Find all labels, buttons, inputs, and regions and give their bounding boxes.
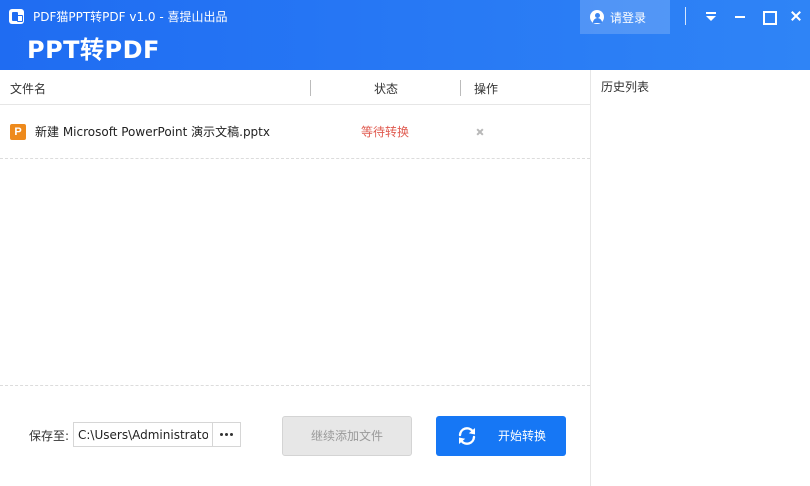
delete-icon[interactable] [474, 126, 486, 138]
start-label: 开始转换 [498, 429, 547, 443]
app-logo-icon [9, 9, 24, 24]
add-files-button[interactable]: 继续添加文件 [282, 416, 412, 456]
login-button[interactable]: 请登录 [580, 0, 670, 34]
column-header-name: 文件名 [10, 82, 47, 96]
file-name: 新建 Microsoft PowerPoint 演示文稿.pptx [35, 125, 270, 139]
save-location-label: 保存至: [29, 429, 70, 443]
page-title: PPT转PDF [27, 36, 160, 64]
start-conversion-button[interactable]: 开始转换 [436, 416, 566, 456]
file-panel: 文件名 状态 操作 P 新建 Microsoft PowerPoint 演示文稿… [0, 70, 590, 486]
save-path-input[interactable] [74, 423, 212, 446]
refresh-icon [458, 427, 476, 445]
column-header-status: 状态 [374, 82, 399, 96]
title-bar-divider [685, 7, 686, 25]
status-badge: 等待转换 [361, 125, 410, 139]
menu-icon[interactable] [701, 6, 721, 26]
column-divider [460, 80, 461, 96]
close-icon[interactable] [786, 6, 806, 26]
minimize-icon[interactable] [730, 6, 750, 26]
maximize-icon[interactable] [758, 6, 778, 26]
history-panel: 历史列表 [590, 70, 810, 486]
table-row[interactable]: P 新建 Microsoft PowerPoint 演示文稿.pptx 等待转换 [0, 105, 590, 159]
browse-button[interactable] [212, 423, 240, 446]
user-icon [590, 10, 604, 24]
table-header: 文件名 状态 操作 [0, 70, 590, 105]
history-title: 历史列表 [601, 80, 650, 94]
window-title: PDF猫PPT转PDF v1.0 - 喜提山出品 [33, 10, 228, 24]
column-header-action: 操作 [474, 82, 499, 96]
ppt-file-icon: P [10, 124, 26, 140]
dots-icon [220, 433, 223, 436]
column-divider [310, 80, 311, 96]
title-bar: PDF猫PPT转PDF v1.0 - 喜提山出品 PPT转PDF 请登录 [0, 0, 810, 70]
login-label: 请登录 [610, 10, 647, 25]
save-path-box [73, 422, 241, 447]
footer-divider [0, 385, 590, 386]
